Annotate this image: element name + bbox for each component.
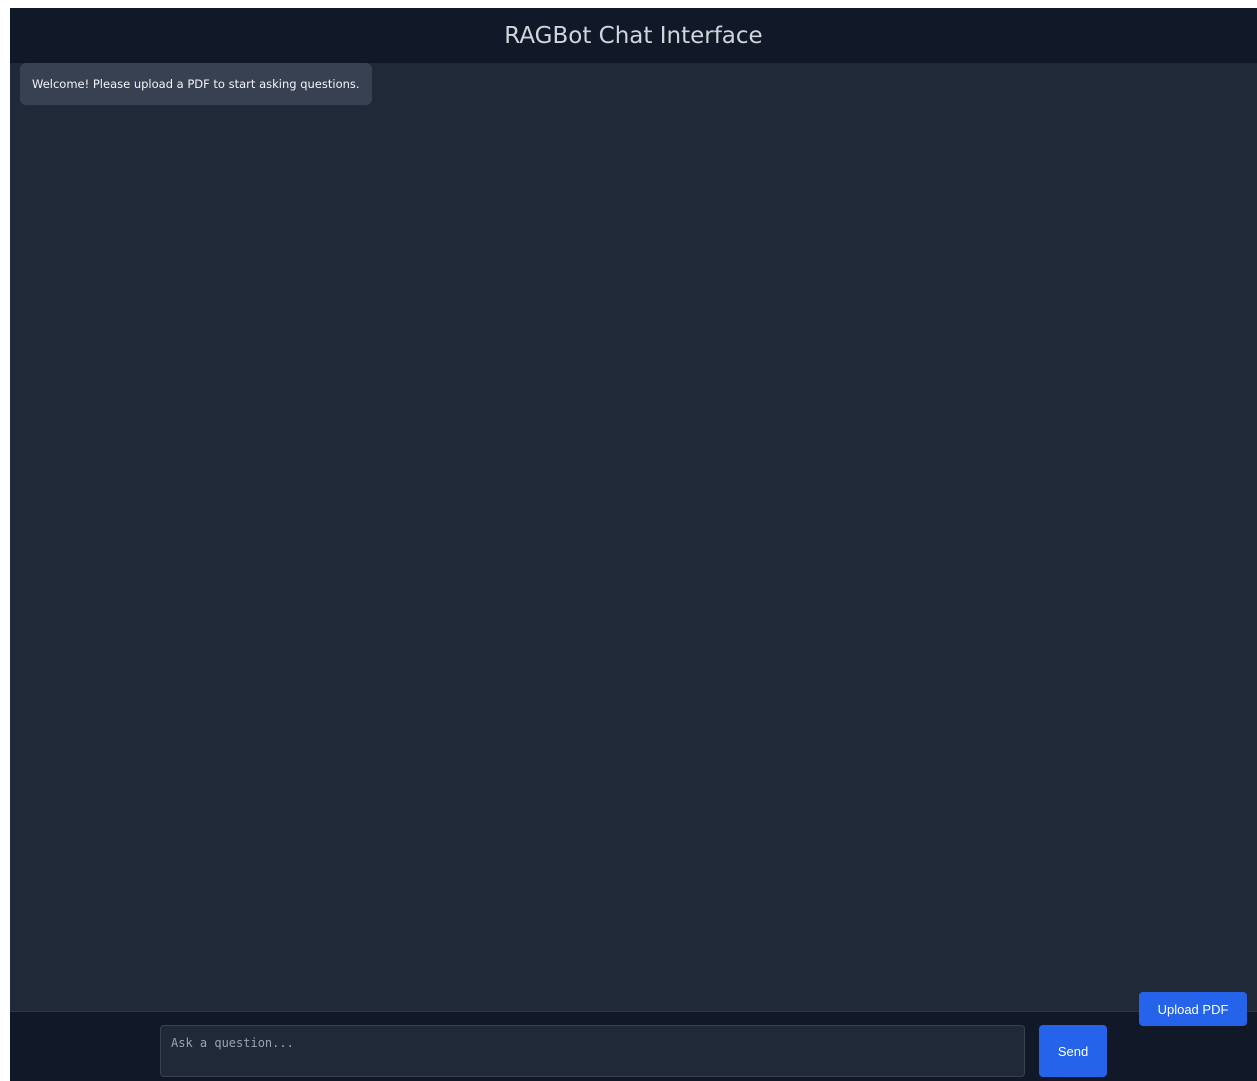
upload-pdf-button[interactable]: Upload PDF — [1139, 992, 1247, 1026]
bot-message: Welcome! Please upload a PDF to start as… — [20, 63, 372, 105]
page-title: RAGBot Chat Interface — [504, 22, 763, 49]
send-button[interactable]: Send — [1039, 1025, 1107, 1077]
chat-app: RAGBot Chat Interface Welcome! Please up… — [10, 8, 1257, 1081]
question-input[interactable] — [160, 1025, 1025, 1077]
chat-messages-area[interactable]: Welcome! Please upload a PDF to start as… — [10, 63, 1257, 1011]
app-header: RAGBot Chat Interface — [10, 8, 1257, 63]
composer-bar: Send — [10, 1011, 1257, 1081]
